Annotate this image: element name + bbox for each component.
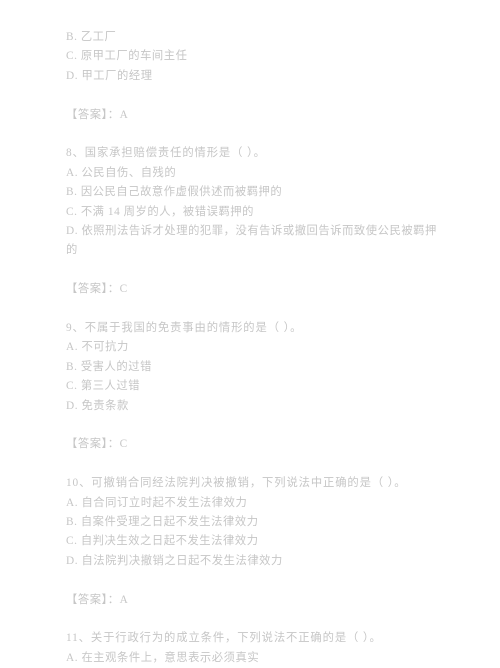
option-item: C. 原甲工厂的车间主任 — [66, 50, 188, 63]
question-stem: 11、关于行政行为的成立条件，下列说法不正确的是（ ）。 — [66, 632, 382, 645]
option-item: D. 自法院判决撤销之日起不发生法律效力 — [66, 554, 283, 567]
question-block-q9: 9、不属于我国的免责事由的情形的是（ ）。 A. 不可抗力 B. 受害人的过错 … — [66, 319, 442, 416]
option-item: D. 免责条款 — [66, 399, 129, 412]
question-block-q8: 8、国家承担赔偿责任的情形是（ ）。 A. 公民自伤、自残的 B. 因公民自己故… — [66, 144, 442, 260]
document-text-body: B. 乙工厂 C. 原甲工厂的车间主任 D. 甲工厂的经理 【答案】：A 8、国… — [66, 28, 442, 668]
option-item: A. 在主观条件上，意思表示必须真实 — [66, 651, 260, 664]
option-item: B. 因公民自己故意作虚假供述而被羁押的 — [66, 186, 283, 199]
option-item: D. 甲工厂的经理 — [66, 69, 153, 82]
question-stem: 10、可撤销合同经法院判决被撤销，下列说法中正确的是（ ）。 — [66, 477, 407, 490]
answer-line: 【答案】：C — [66, 283, 128, 296]
option-item: A. 自合同订立时起不发生法律效力 — [66, 496, 248, 509]
option-item: C. 自判决生效之日起不发生法律效力 — [66, 535, 259, 548]
question-block-q10: 10、可撤销合同经法院判决被撤销，下列说法中正确的是（ ）。 A. 自合同订立时… — [66, 474, 442, 571]
option-item: C. 不满 14 周岁的人，被错误羁押的 — [66, 205, 254, 218]
option-item: B. 乙工厂 — [66, 31, 117, 43]
option-item: B. 受害人的过错 — [66, 360, 152, 373]
question-stem: 9、不属于我国的免责事由的情形的是（ ）。 — [66, 322, 303, 335]
question-block-q7-tail: B. 乙工厂 C. 原甲工厂的车间主任 D. 甲工厂的经理 — [66, 28, 442, 86]
option-item: D. 依照刑法告诉才处理的犯罪，没有告诉或撤回告诉而致使公民被羁押的 — [66, 225, 437, 257]
option-item: C. 第三人过错 — [66, 380, 141, 393]
option-item: A. 公民自伤、自残的 — [66, 166, 177, 179]
question-stem: 8、国家承担赔偿责任的情形是（ ）。 — [66, 147, 266, 160]
answer-line: 【答案】：C — [66, 438, 128, 451]
question-block-q11: 11、关于行政行为的成立条件，下列说法不正确的是（ ）。 A. 在主观条件上，意… — [66, 629, 442, 668]
answer-line: 【答案】：A — [66, 593, 129, 606]
option-item: A. 不可抗力 — [66, 341, 129, 354]
document-page: B. 乙工厂 C. 原甲工厂的车间主任 D. 甲工厂的经理 【答案】：A 8、国… — [0, 0, 500, 664]
answer-line: 【答案】：A — [66, 108, 129, 121]
option-item: B. 自案件受理之日起不发生法律效力 — [66, 516, 259, 529]
